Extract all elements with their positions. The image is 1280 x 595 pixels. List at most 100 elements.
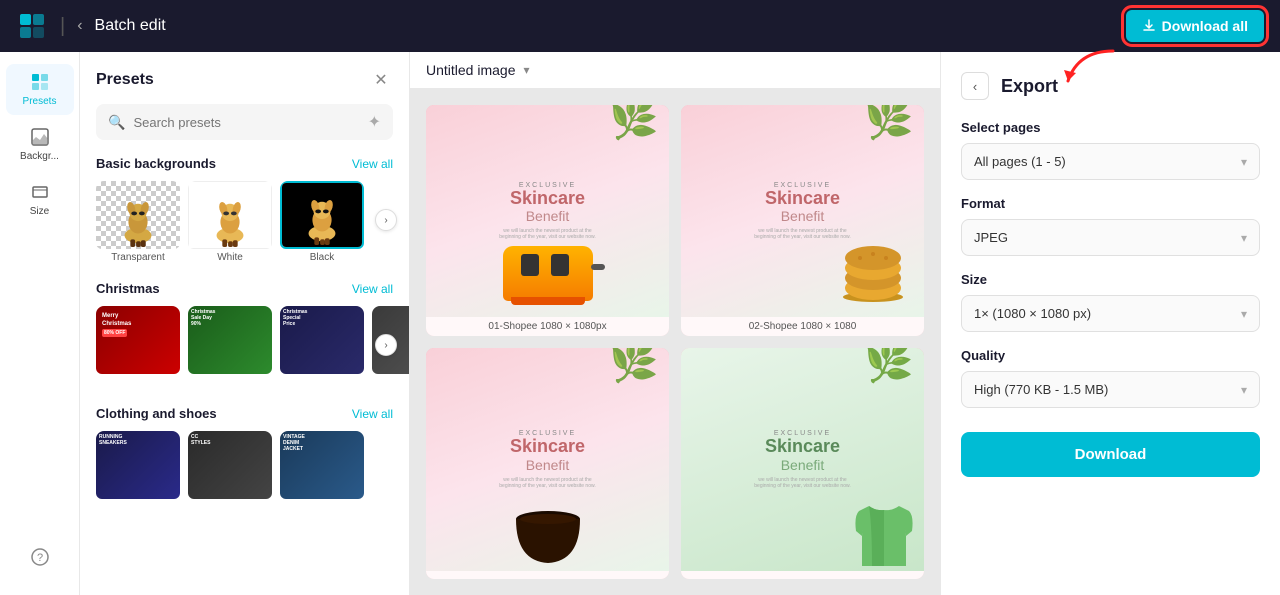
preset-styles[interactable]: CCSTYLES bbox=[188, 431, 272, 515]
help-button[interactable]: ? bbox=[6, 539, 74, 575]
skincare-desc-4: we will launch the newest product at the… bbox=[753, 477, 853, 489]
download-icon bbox=[1142, 19, 1156, 33]
christmas-header: Christmas View all bbox=[96, 281, 393, 296]
basic-backgrounds-scroll-btn[interactable]: › bbox=[375, 209, 397, 231]
sidebar-item-presets[interactable]: Presets bbox=[6, 64, 74, 115]
export-back-button[interactable]: ‹ bbox=[961, 72, 989, 100]
clothing-thumbnails: RUNNINGSNEAKERS CCSTYLES VINTAGEDENIMJAC… bbox=[96, 431, 393, 515]
search-input[interactable] bbox=[133, 115, 359, 130]
question-icon: ? bbox=[30, 547, 50, 567]
skincare-benefit-3: Benefit bbox=[498, 457, 598, 473]
select-pages-value: All pages (1 - 5) bbox=[974, 154, 1241, 169]
leaf-decoration-3: 🌿 bbox=[609, 348, 659, 385]
export-title: Export bbox=[1001, 76, 1058, 97]
size-value: 1× (1080 × 1080 px) bbox=[974, 306, 1241, 321]
preset-white[interactable]: White bbox=[188, 181, 272, 265]
basic-backgrounds-thumbnails: Transparent bbox=[96, 181, 393, 265]
size-label: Size bbox=[961, 272, 1260, 287]
canvas-grid: 🌿 EXCLUSIVE Skincare Benefit we will lau… bbox=[410, 89, 940, 595]
presets-title: Presets bbox=[96, 71, 154, 89]
coffee-svg bbox=[508, 511, 588, 566]
presets-header: Presets ✕ bbox=[80, 52, 409, 104]
size-section: Size 1× (1080 × 1080 px) ▾ bbox=[961, 272, 1260, 348]
preset-running[interactable]: RUNNINGSNEAKERS bbox=[96, 431, 180, 515]
presets-close-button[interactable]: ✕ bbox=[369, 68, 393, 92]
select-pages-section: Select pages All pages (1 - 5) ▾ bbox=[961, 120, 1260, 196]
export-back-icon: ‹ bbox=[973, 79, 977, 94]
export-header: ‹ Export bbox=[961, 72, 1260, 100]
canvas-title: Untitled image bbox=[426, 62, 516, 78]
select-pages-dropdown[interactable]: All pages (1 - 5) ▾ bbox=[961, 143, 1260, 180]
canvas-content-03: 🌿 EXCLUSIVE Skincare Benefit we will lau… bbox=[426, 348, 669, 571]
leaf-decoration-4: 🌿 bbox=[864, 348, 914, 385]
christmas-view-all[interactable]: View all bbox=[352, 282, 393, 296]
app-logo bbox=[16, 10, 48, 42]
sidebar-icons: Presets Backgr... Size ? bbox=[0, 52, 80, 595]
quality-dropdown[interactable]: High (770 KB - 1.5 MB) ▾ bbox=[961, 371, 1260, 408]
download-button[interactable]: Download bbox=[961, 432, 1260, 477]
skincare-benefit-1: Benefit bbox=[498, 208, 598, 224]
download-label: Download bbox=[1075, 446, 1147, 463]
basic-backgrounds-view-all[interactable]: View all bbox=[352, 157, 393, 171]
format-label: Format bbox=[961, 196, 1260, 211]
white-label: White bbox=[217, 252, 243, 263]
transparent-label: Transparent bbox=[111, 252, 165, 263]
skincare-desc-2: we will launch the newest product at the… bbox=[753, 228, 853, 240]
clothing-view-all[interactable]: View all bbox=[352, 407, 393, 421]
background-icon bbox=[30, 127, 50, 147]
preset-christmas-3[interactable]: ChristmasSpecialPrice bbox=[280, 306, 364, 390]
skincare-title-1: Skincare bbox=[498, 189, 598, 209]
presets-panel: Presets ✕ 🔍 ✦ Basic backgrounds View all bbox=[80, 52, 410, 595]
magic-icon[interactable]: ✦ bbox=[368, 112, 381, 132]
header-divider: | bbox=[60, 15, 65, 38]
canvas-label-03 bbox=[426, 571, 669, 579]
preset-christmas-1[interactable]: MerryChristmas80% OFF bbox=[96, 306, 180, 390]
size-dropdown[interactable]: 1× (1080 × 1080 px) ▾ bbox=[961, 295, 1260, 332]
biscuit-svg bbox=[838, 242, 908, 302]
select-pages-arrow-icon: ▾ bbox=[1241, 155, 1247, 169]
christmas-title: Christmas bbox=[96, 281, 160, 296]
format-section: Format JPEG ▾ bbox=[961, 196, 1260, 272]
christmas-scroll-btn[interactable]: › bbox=[375, 334, 397, 356]
skincare-desc-3: we will launch the newest product at the… bbox=[498, 477, 598, 489]
canvas-label-01: 01-Shopee 1080 × 1080px bbox=[426, 317, 669, 336]
dog-figure-white bbox=[205, 199, 255, 247]
format-arrow-icon: ▾ bbox=[1241, 231, 1247, 245]
download-all-button[interactable]: Download all bbox=[1126, 10, 1264, 42]
format-dropdown[interactable]: JPEG ▾ bbox=[961, 219, 1260, 256]
canvas-label-02: 02-Shopee 1080 × 1080 bbox=[681, 317, 924, 336]
search-icon: 🔍 bbox=[108, 114, 125, 131]
size-arrow-icon: ▾ bbox=[1241, 307, 1247, 321]
quality-label: Quality bbox=[961, 348, 1260, 363]
back-button[interactable]: ‹ bbox=[77, 17, 82, 35]
skincare-title-3: Skincare bbox=[498, 437, 598, 457]
canvas-content-01: 🌿 EXCLUSIVE Skincare Benefit we will lau… bbox=[426, 105, 669, 317]
search-bar: 🔍 ✦ bbox=[96, 104, 393, 140]
presets-label: Presets bbox=[23, 96, 57, 107]
preset-denim[interactable]: VINTAGEDENIMJACKET bbox=[280, 431, 364, 515]
download-all-label: Download all bbox=[1162, 18, 1248, 34]
canvas-title-dropdown[interactable]: ▾ bbox=[524, 63, 530, 77]
leaf-decoration-2: 🌿 bbox=[864, 105, 914, 142]
sidebar-item-size[interactable]: Size bbox=[6, 174, 74, 225]
background-label: Backgr... bbox=[20, 151, 59, 162]
skincare-title-2: Skincare bbox=[753, 189, 853, 209]
canvas-toolbar: Untitled image ▾ bbox=[410, 52, 940, 89]
canvas-item-04: 🌿 EXCLUSIVE Skincare Benefit we will lau… bbox=[681, 348, 924, 579]
preset-black[interactable]: Black bbox=[280, 181, 364, 265]
format-value: JPEG bbox=[974, 230, 1241, 245]
christmas-thumbnails: MerryChristmas80% OFF ChristmasSale Day9… bbox=[96, 306, 393, 390]
preset-transparent[interactable]: Transparent bbox=[96, 181, 180, 265]
dog-figure-transparent bbox=[113, 199, 163, 247]
sidebar-item-background[interactable]: Backgr... bbox=[6, 119, 74, 170]
size-icon bbox=[30, 182, 50, 202]
quality-arrow-icon: ▾ bbox=[1241, 383, 1247, 397]
canvas-item-02: 🌿 EXCLUSIVE Skincare Benefit we will lau… bbox=[681, 105, 924, 336]
canvas-item-03: 🌿 EXCLUSIVE Skincare Benefit we will lau… bbox=[426, 348, 669, 579]
basic-backgrounds-header: Basic backgrounds View all bbox=[96, 156, 393, 171]
canvas-content-04: 🌿 EXCLUSIVE Skincare Benefit we will lau… bbox=[681, 348, 924, 571]
preset-christmas-2[interactable]: ChristmasSale Day90% bbox=[188, 306, 272, 390]
skincare-benefit-2: Benefit bbox=[753, 208, 853, 224]
canvas-item-01: 🌿 EXCLUSIVE Skincare Benefit we will lau… bbox=[426, 105, 669, 336]
canvas-content-02: 🌿 EXCLUSIVE Skincare Benefit we will lau… bbox=[681, 105, 924, 317]
